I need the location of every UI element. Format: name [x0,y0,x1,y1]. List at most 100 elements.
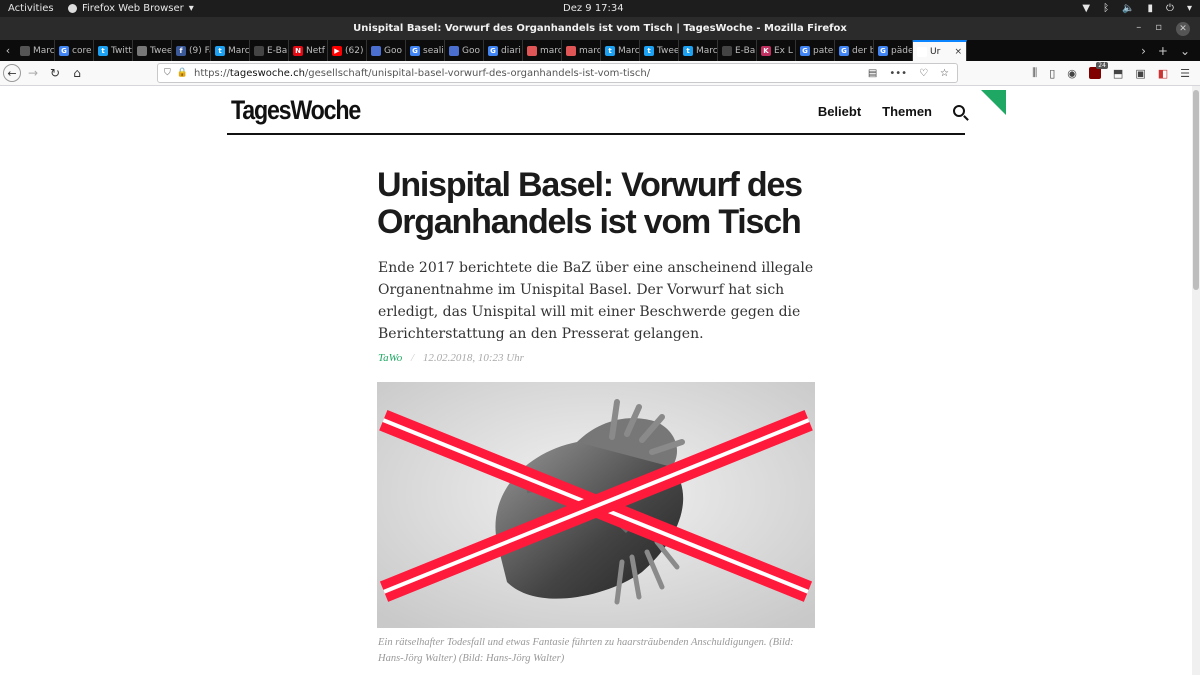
reload-button[interactable]: ↻ [45,66,65,80]
tab-active[interactable]: Ur × [913,40,967,61]
home-button[interactable]: ⌂ [67,66,87,80]
library-icon[interactable]: ⫼ [1032,66,1037,80]
tab[interactable]: Gdiari [484,40,523,61]
tab-favicon: N [293,45,303,56]
tab-label: Twitt [111,45,132,56]
article-date: 12.02.2018, 10:23 Uhr [422,352,524,364]
tab[interactable]: t Marc [679,40,718,61]
firefox-icon [68,4,77,13]
lock-icon[interactable]: 🔒 [177,68,188,78]
tab[interactable]: marc [562,40,601,61]
url-host: tageswoche.ch [229,67,305,79]
extension-3-icon[interactable]: ◧ [1158,67,1168,80]
sidebar-icon[interactable]: ▯ [1049,67,1055,80]
tab[interactable]: Marc [16,40,55,61]
page-scrollbar[interactable] [1192,86,1200,675]
scrollbar-thumb[interactable] [1193,90,1199,290]
minimize-icon[interactable]: – [1136,22,1141,36]
url-bar[interactable]: ⛉ 🔒 https://tageswoche.ch/gesellschaft/u… [157,63,958,83]
ublock-icon[interactable]: 24 [1088,62,1108,79]
tab-label: Marc [33,45,55,56]
close-window-button[interactable]: ✕ [1176,21,1190,36]
tab-favicon [566,45,576,56]
pocket-icon[interactable]: ♡ [919,68,928,79]
tab-list-icon[interactable]: ⌄ [1180,44,1190,58]
tab[interactable]: Gseali [406,40,445,61]
tab-favicon: t [605,45,615,56]
tab-scroll-left-icon[interactable]: ‹ [0,40,16,61]
web-page: TagesWoche Beliebt Themen Unispital Base… [0,86,1200,675]
tab-favicon: K [761,45,771,56]
tab[interactable]: Goo [445,40,484,61]
activities-button[interactable]: Activities [0,3,58,14]
tab[interactable]: E-Ba [250,40,289,61]
clock[interactable]: Dez 9 17:34 [563,3,624,14]
nav-popular[interactable]: Beliebt [818,104,861,119]
tab[interactable]: marc [523,40,562,61]
navigation-toolbar: ← → ↻ ⌂ ⛉ 🔒 https://tageswoche.ch/gesell… [0,61,1200,86]
close-tab-icon[interactable]: × [954,47,962,57]
tab-label: der b [852,45,874,56]
corner-triangle-icon[interactable] [981,90,1006,115]
article-author[interactable]: TaWo [378,352,402,364]
tab[interactable]: f(9) Fa [172,40,211,61]
page-actions-icon[interactable]: ••• [889,68,907,79]
tab[interactable]: Gpäde [874,40,913,61]
site-logo[interactable]: TagesWoche [231,95,361,126]
tab[interactable]: Gpate [796,40,835,61]
tab-favicon: G [839,45,849,56]
nav-topics[interactable]: Themen [882,104,932,119]
extension-icon[interactable]: ⬒ [1113,67,1123,80]
tab[interactable]: N Netf [289,40,328,61]
tab-label: Marc [618,45,640,56]
tab-favicon: t [683,45,693,56]
tab-favicon [20,45,30,56]
back-button[interactable]: ← [3,64,21,82]
shield-icon[interactable]: ⛉ [164,68,171,78]
tab-label: Ex L [774,45,793,56]
tab-favicon [527,45,537,56]
tab[interactable]: K Ex L [757,40,796,61]
tab[interactable]: E-Ba [718,40,757,61]
account-icon[interactable]: ◉ [1067,67,1077,80]
bookmark-star-icon[interactable]: ☆ [940,68,949,79]
extension-2-icon[interactable]: ▣ [1135,67,1145,80]
reader-view-icon[interactable]: ▤ [868,68,877,79]
tab[interactable]: Gcore [55,40,94,61]
tab-label: E-Ba [735,45,756,56]
window-title-bar: Unispital Basel: Vorwurf des Organhandel… [0,17,1200,40]
tab-label: Netf [306,45,325,56]
menu-icon[interactable]: ☰ [1180,67,1190,80]
tab[interactable]: ▶ (62) [328,40,367,61]
tab-scroll-right-icon[interactable]: › [1141,44,1146,58]
tab-label: E-Ba [267,45,288,56]
tab-favicon: G [59,45,69,56]
bluetooth-icon: ᛒ [1103,3,1110,14]
tab-favicon: ▶ [332,45,342,56]
tab-label: core [72,45,92,56]
tab-label: Goo [384,45,402,56]
system-tray[interactable]: ▼ ᛒ 🔈 ▮ ⏻ ▾ [1082,3,1192,14]
tab[interactable]: t Marc [211,40,250,61]
tab[interactable]: Goo [367,40,406,61]
tab-list: MarcGcoretTwittTweef(9) FatMarcE-BaNNetf… [16,40,913,61]
tab-label: päde [891,45,913,56]
tab-label: (62) [345,45,364,56]
url-text[interactable]: https://tageswoche.ch/gesellschaft/unisp… [194,68,868,79]
tab[interactable]: Twee [133,40,172,61]
battery-icon: ▮ [1147,3,1154,14]
tab-favicon: G [878,45,888,56]
tab[interactable]: t Twee [640,40,679,61]
tab[interactable]: t Marc [601,40,640,61]
tab[interactable]: t Twitt [94,40,133,61]
tab-label: Twee [150,45,172,56]
tab[interactable]: Gder b [835,40,874,61]
forward-button[interactable]: → [23,66,43,80]
maximize-icon[interactable]: ▫ [1155,22,1162,36]
speaker-icon: 🔈 [1122,3,1135,14]
app-menu[interactable]: Firefox Web Browser ▾ [68,3,194,14]
tab-favicon [137,45,147,56]
new-tab-icon[interactable]: + [1158,44,1168,58]
tab-label: diari [501,45,521,56]
search-icon[interactable] [953,104,965,117]
